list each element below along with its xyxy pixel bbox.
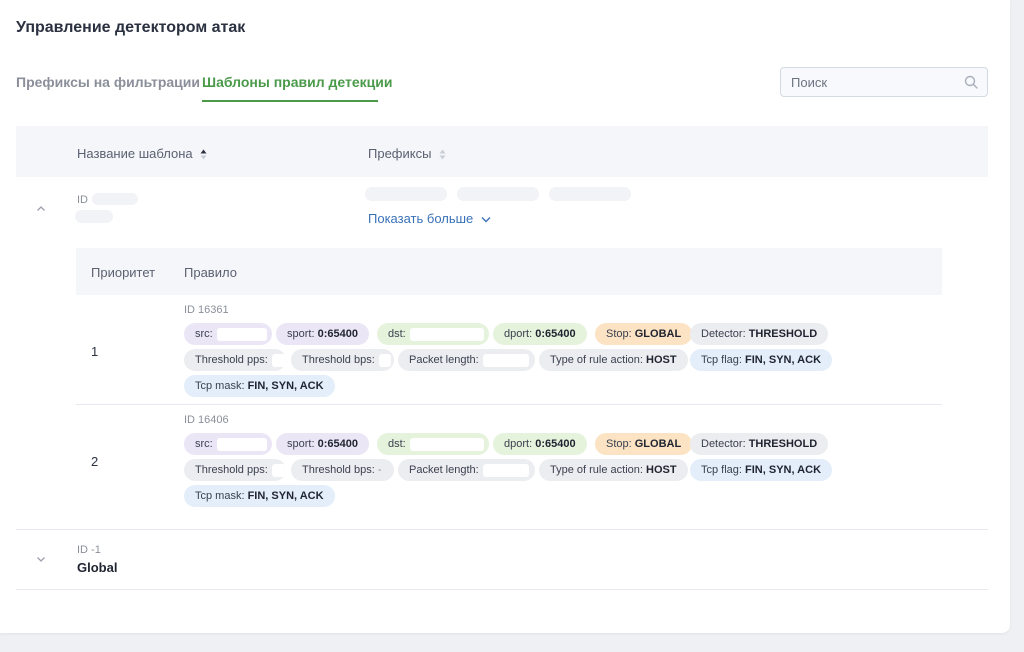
row-divider — [16, 529, 988, 530]
rule-priority: 1 — [91, 344, 99, 359]
redacted-prefix — [457, 187, 539, 201]
tag-detector: Detector: THRESHOLD — [690, 433, 829, 455]
template-id-label: ID -1 — [77, 544, 101, 556]
tab-detection-templates[interactable]: Шаблоны правил детекции — [202, 74, 392, 90]
tag-tcp-flag: Tcp flag: FIN, SYN, ACK — [690, 349, 833, 371]
column-header-name-label: Название шаблона — [77, 146, 193, 161]
tag-tcp-mask: Tcp mask: FIN, SYN, ACK — [184, 375, 335, 397]
column-header-name[interactable]: Название шаблона — [77, 146, 207, 161]
tag-packet-length: Packet length: — [398, 459, 535, 481]
column-header-prefixes[interactable]: Префиксы — [368, 146, 446, 161]
tag-packet-length: Packet length: — [398, 349, 535, 371]
search-icon[interactable] — [964, 75, 978, 89]
chevron-down-icon — [481, 217, 491, 223]
tag-dst: dst: — [377, 433, 489, 455]
redacted-value — [216, 327, 267, 341]
redacted-id — [92, 193, 138, 205]
redacted-value — [482, 353, 529, 367]
search-box — [780, 67, 988, 97]
redacted-value — [378, 353, 391, 367]
column-header-rule: Правило — [184, 265, 237, 280]
collapse-row-chevron-icon[interactable] — [36, 204, 46, 214]
tag-threshold-pps: Threshold pps: — [184, 459, 286, 481]
tag-sport: sport: 0:65400 — [276, 433, 369, 455]
column-header-prefixes-label: Префиксы — [368, 146, 432, 161]
row-divider — [16, 589, 988, 590]
tag-threshold-bps: Threshold bps: — [291, 349, 394, 371]
template-id-label: ID — [77, 194, 88, 206]
tag-rule-action: Type of rule action: HOST — [539, 459, 688, 481]
redacted-value — [482, 463, 529, 477]
rule-priority: 2 — [91, 454, 99, 469]
template-name[interactable]: Global — [77, 560, 117, 575]
rule-id: ID 16406 — [184, 414, 229, 426]
tag-dport: dport: 0:65400 — [493, 433, 587, 455]
tag-detector: Detector: THRESHOLD — [690, 323, 829, 345]
tag-src: src: — [184, 323, 272, 345]
tag-src: src: — [184, 433, 272, 455]
threshold-bps-value: - — [377, 464, 382, 476]
sort-asc-icon — [200, 149, 207, 160]
redacted-value — [271, 463, 286, 477]
active-tab-indicator — [202, 100, 378, 102]
redacted-value — [271, 353, 286, 367]
tag-dport: dport: 0:65400 — [493, 323, 587, 345]
show-more-link[interactable]: Показать больше — [368, 211, 491, 226]
redacted-prefix — [365, 187, 447, 201]
tag-stop: Stop: GLOBAL — [595, 433, 693, 455]
redacted-prefix — [549, 187, 631, 201]
show-more-label: Показать больше — [368, 211, 474, 226]
redacted-value — [216, 437, 267, 451]
tag-stop: Stop: GLOBAL — [595, 323, 693, 345]
redacted-value — [409, 437, 484, 451]
rule-divider — [76, 404, 942, 405]
main-card: Управление детектором атак Префиксы на ф… — [0, 0, 1010, 633]
search-input[interactable] — [781, 68, 987, 96]
column-header-priority: Приоритет — [91, 265, 156, 280]
tab-filter-prefixes[interactable]: Префиксы на фильтрации — [16, 74, 200, 90]
page-title: Управление детектором атак — [16, 19, 246, 36]
rule-id: ID 16361 — [184, 304, 229, 316]
tag-tcp-flag: Tcp flag: FIN, SYN, ACK — [690, 459, 833, 481]
rules-table-header: Приоритет Правило — [76, 248, 942, 295]
tag-rule-action: Type of rule action: HOST — [539, 349, 688, 371]
tag-threshold-bps: Threshold bps: - — [291, 459, 394, 481]
sort-icon — [439, 149, 446, 160]
templates-table-header: Название шаблона Префиксы — [16, 126, 988, 177]
expand-row-chevron-icon[interactable] — [36, 554, 46, 564]
redacted-value — [409, 327, 484, 341]
tag-tcp-mask: Tcp mask: FIN, SYN, ACK — [184, 485, 335, 507]
tag-dst: dst: — [377, 323, 489, 345]
tag-threshold-pps: Threshold pps: — [184, 349, 286, 371]
tag-sport: sport: 0:65400 — [276, 323, 369, 345]
redacted-template-name — [75, 210, 113, 223]
